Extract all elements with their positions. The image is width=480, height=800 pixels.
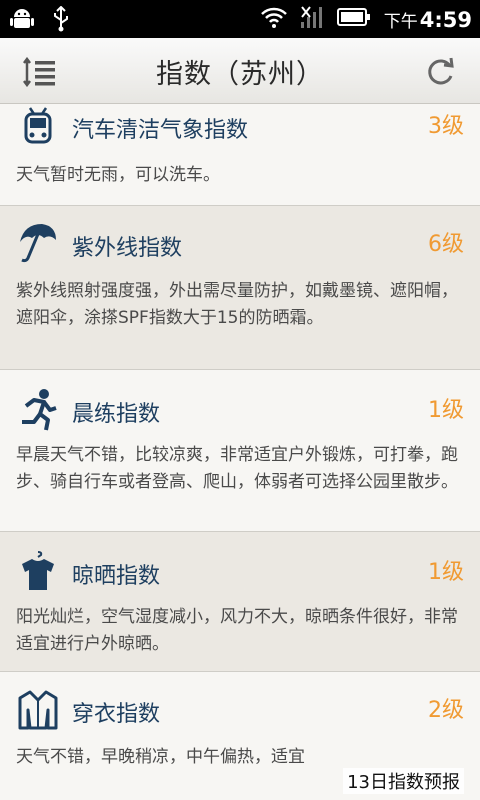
index-level: 1级 (428, 398, 464, 423)
index-name: 汽车清洁气象指数 (72, 118, 249, 143)
index-level: 1级 (428, 560, 464, 585)
index-name: 晾晒指数 (72, 564, 161, 589)
android-icon (10, 6, 34, 36)
index-level: 3级 (428, 114, 464, 139)
index-level: 6级 (428, 232, 464, 257)
index-name: 晨练指数 (72, 402, 161, 427)
index-list[interactable]: 汽车清洁气象指数 3级 天气暂时无雨，可以洗车。 紫外线指数 6级 紫外线照射强… (0, 104, 480, 800)
signal-icon (300, 4, 324, 34)
list-item[interactable]: 汽车清洁气象指数 3级 天气暂时无雨，可以洗车。 (0, 104, 480, 206)
running-icon (16, 388, 60, 432)
usb-icon (52, 5, 70, 36)
index-description: 紫外线照射强度强，外出需尽量防护，如戴墨镜、遮阳帽，遮阳伞，涂搽SPF指数大于1… (16, 281, 458, 328)
list-item[interactable]: 晾晒指数 1级 阳光灿烂，空气湿度减小，风力不大，晾晒条件很好，非常适宜进行户外… (0, 532, 480, 672)
battery-icon (336, 6, 372, 32)
index-level: 2级 (428, 698, 464, 723)
umbrella-icon (16, 220, 60, 264)
wifi-icon (260, 5, 288, 33)
status-bar: 下午4:59 (0, 0, 480, 38)
tshirt-hanger-icon (16, 550, 60, 594)
index-name: 紫外线指数 (72, 236, 183, 261)
index-description: 天气不错，早晚稍凉，中午偏热，适宜 (16, 747, 305, 767)
jacket-icon (16, 688, 60, 732)
car-wash-icon (16, 104, 60, 148)
index-description: 天气暂时无雨，可以洗车。 (16, 165, 220, 185)
page-title: 指数（苏州） (156, 59, 324, 90)
list-item[interactable]: 晨练指数 1级 早晨天气不错，比较凉爽，非常适宜户外锻炼，可打拳，跑步、骑自行车… (0, 370, 480, 532)
index-description: 阳光灿烂，空气湿度减小，风力不大，晾晒条件很好，非常适宜进行户外晾晒。 (16, 607, 458, 654)
clock: 下午4:59 (383, 7, 472, 32)
index-description: 早晨天气不错，比较凉爽，非常适宜户外锻炼，可打拳，跑步、骑自行车或者登高、爬山，… (16, 445, 458, 492)
refresh-icon[interactable] (422, 54, 458, 90)
list-item[interactable]: 紫外线指数 6级 紫外线照射强度强，外出需尽量防护，如戴墨镜、遮阳帽，遮阳伞，涂… (0, 206, 480, 370)
index-name: 穿衣指数 (72, 702, 161, 727)
app-header: 指数（苏州） (0, 38, 480, 104)
forecast-link[interactable]: 13日指数预报 (343, 768, 464, 794)
